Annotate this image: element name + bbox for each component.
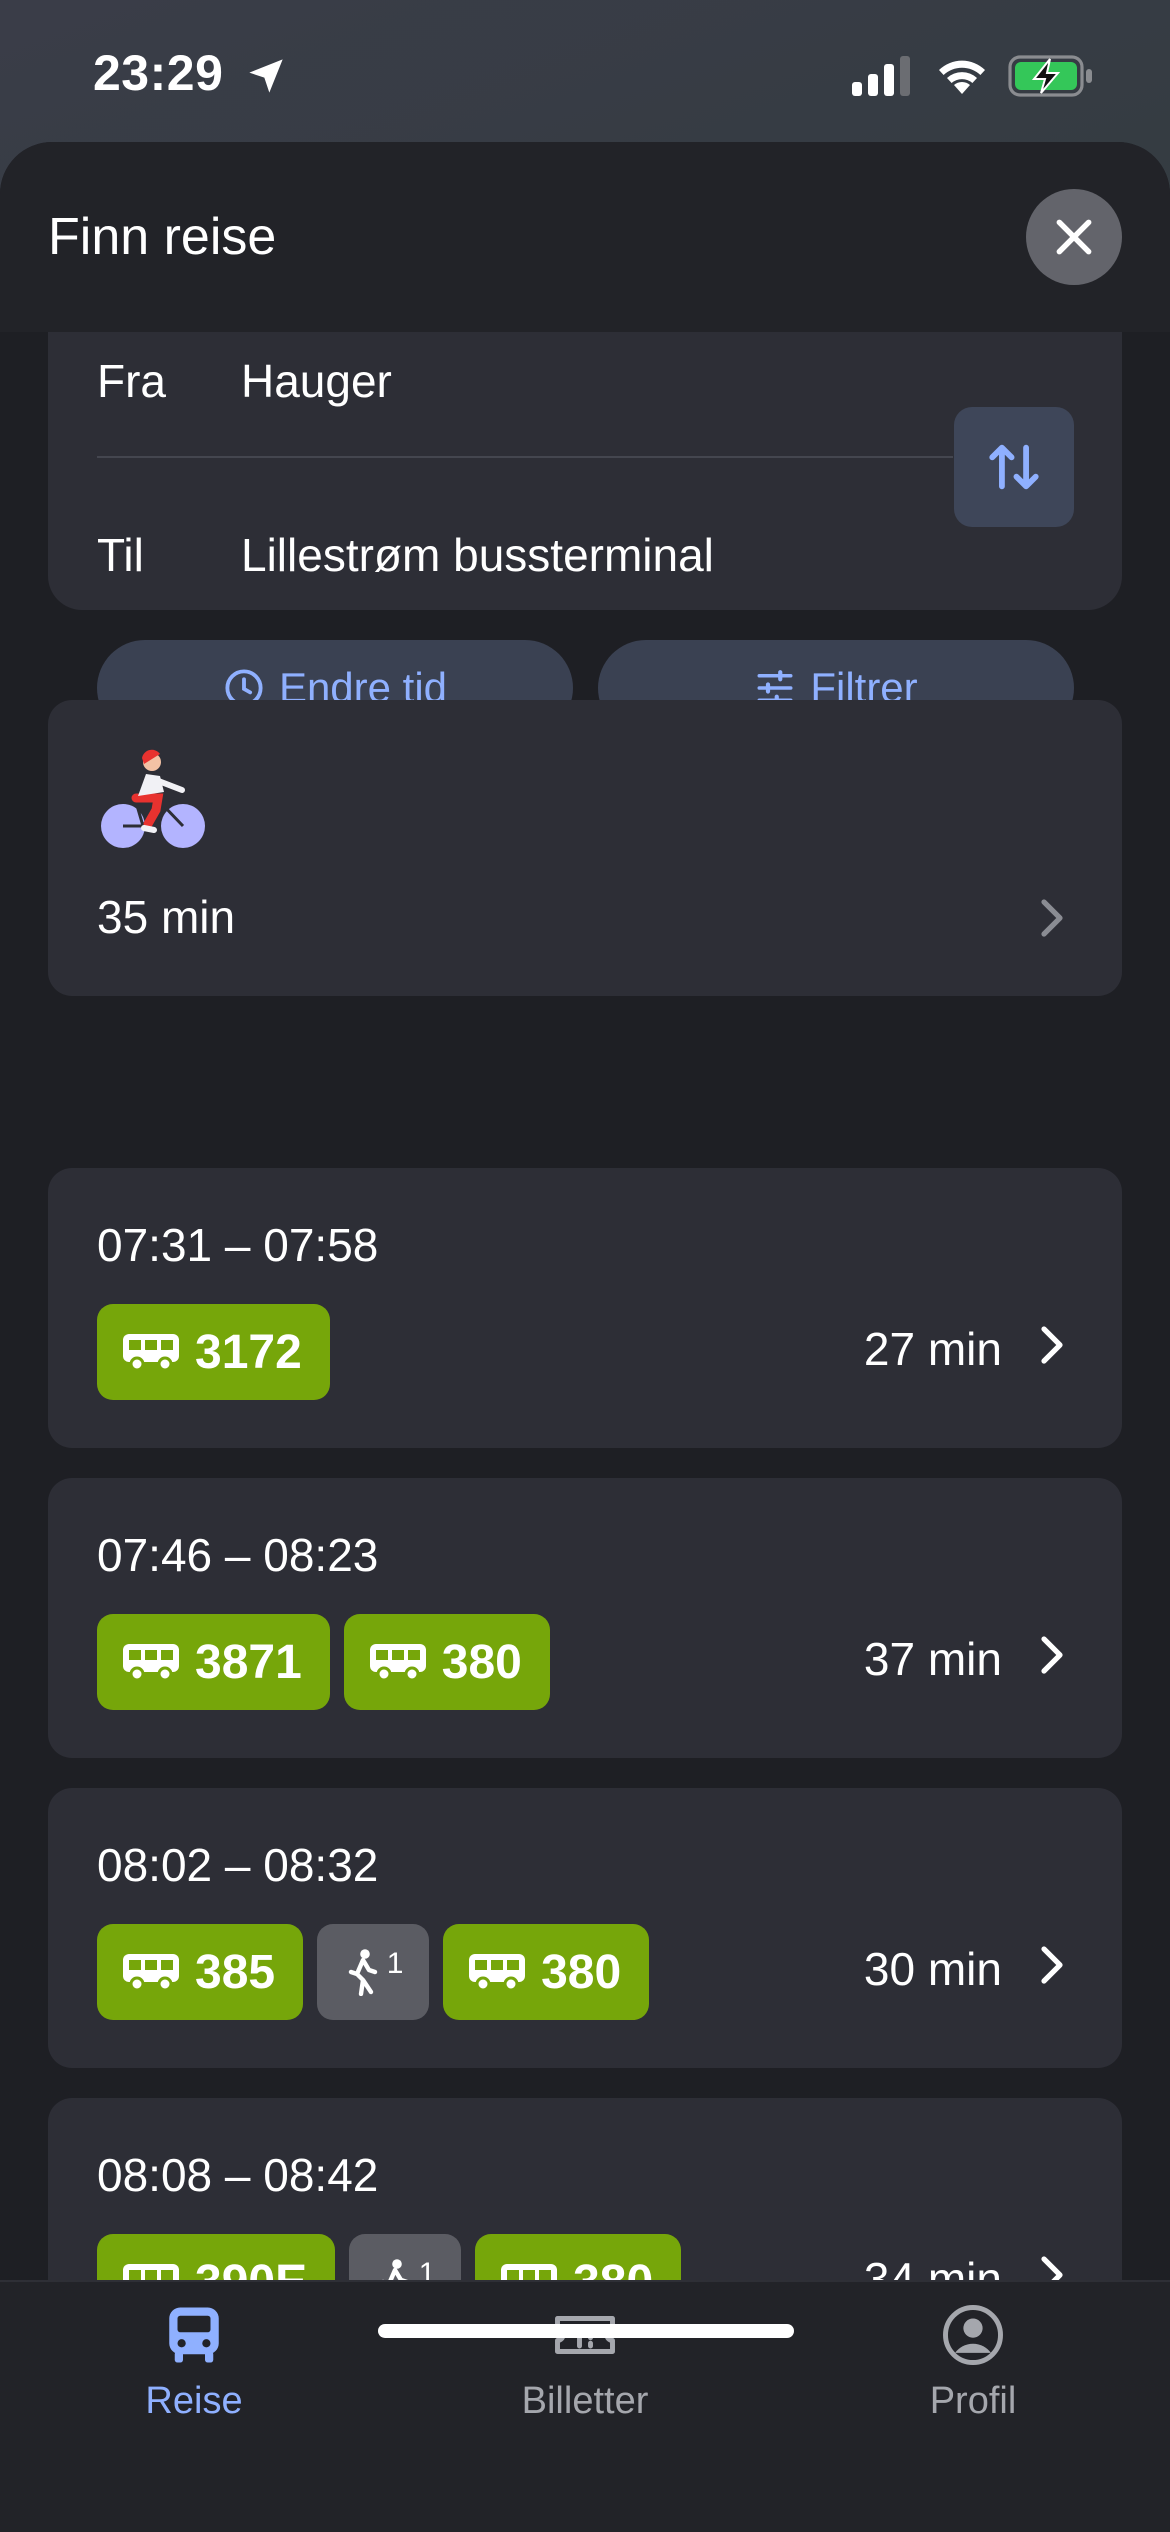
tab-bar: Reise Billetter Profil xyxy=(0,2280,1170,2532)
cyclist-illustration-icon xyxy=(101,749,205,848)
cellular-signal-icon xyxy=(852,56,910,96)
bus-line-badge: 3172 xyxy=(97,1304,330,1400)
trip-legs: 385 1 380 xyxy=(97,1924,650,2020)
trip-times: 07:46 – 08:23 xyxy=(97,1529,379,1581)
chevron-right-icon xyxy=(1041,899,1063,937)
profile-icon xyxy=(943,2305,1003,2365)
tab-reise[interactable]: Reise xyxy=(64,2302,324,2423)
swap-locations-button[interactable] xyxy=(954,407,1074,527)
tab-label: Profil xyxy=(929,2380,1017,2422)
tab-label: Reise xyxy=(145,2380,243,2422)
location-arrow-icon xyxy=(249,59,283,93)
trip-search-sheet: Finn reise Fra Hauger Til Lillestrøm bus… xyxy=(0,142,1170,2532)
trip-times: 07:31 – 07:58 xyxy=(97,1219,379,1271)
chevron-right-icon xyxy=(1041,1946,1063,1984)
from-field[interactable]: Hauger xyxy=(241,354,392,408)
trip-times: 08:08 – 08:42 xyxy=(97,2149,379,2201)
trip-legs: 3172 xyxy=(97,1304,330,1400)
trip-option-card[interactable]: 07:46 – 08:23 3871 380 37 min xyxy=(48,1478,1122,1758)
bus-line-number: 3871 xyxy=(195,1635,302,1689)
search-form: Fra Hauger Til Lillestrøm bussterminal E… xyxy=(48,332,1122,736)
battery-charging-icon xyxy=(1008,55,1092,97)
field-divider xyxy=(97,456,953,458)
trip-option-card[interactable]: 07:31 – 07:58 3172 27 min xyxy=(48,1168,1122,1448)
wifi-icon xyxy=(939,60,985,94)
chevron-right-icon xyxy=(1041,1326,1063,1364)
close-icon xyxy=(1056,219,1092,255)
tab-billetter[interactable]: Billetter xyxy=(455,2302,715,2423)
trip-duration: 30 min xyxy=(863,1943,1002,1995)
page-title: Finn reise xyxy=(48,208,277,266)
bike-option-card[interactable]: 35 min xyxy=(48,700,1122,996)
bike-duration: 35 min xyxy=(97,891,236,943)
walk-leg-badge: 1 xyxy=(317,1924,430,2020)
trip-option-card[interactable]: 08:02 – 08:32 385 1 380 30 min xyxy=(48,1788,1122,2068)
bus-line-number: 385 xyxy=(195,1945,276,1999)
status-bar: 23:29 xyxy=(0,0,1170,150)
sheet-header: Finn reise xyxy=(0,142,1170,332)
trip-duration: 37 min xyxy=(863,1633,1002,1685)
trip-legs: 3871 380 xyxy=(97,1614,550,1710)
status-time: 23:29 xyxy=(93,45,224,101)
bus-line-number: 380 xyxy=(541,1945,622,1999)
bus-icon xyxy=(123,1334,179,1372)
swap-arrows-icon xyxy=(989,444,1039,490)
bus-icon xyxy=(169,2307,219,2363)
tab-label: Billetter xyxy=(521,2380,649,2422)
trip-duration: 27 min xyxy=(863,1323,1002,1375)
bus-line-badge: 385 xyxy=(97,1924,304,2020)
bus-line-badge: 380 xyxy=(343,1614,550,1710)
tab-profil[interactable]: Profil xyxy=(843,2302,1103,2423)
bus-line-badge: 380 xyxy=(443,1924,650,2020)
bus-icon xyxy=(369,1644,426,1682)
bus-icon xyxy=(123,1644,179,1682)
bus-line-number: 380 xyxy=(441,1635,522,1689)
from-label: Fra xyxy=(97,355,166,407)
trip-times: 08:02 – 08:32 xyxy=(97,1839,379,1891)
close-button[interactable] xyxy=(1026,189,1122,285)
bus-line-number: 3172 xyxy=(195,1325,302,1379)
to-label: Til xyxy=(97,529,144,581)
chevron-right-icon xyxy=(1041,1636,1063,1674)
walk-count: 1 xyxy=(386,1947,404,1980)
walking-person-icon xyxy=(348,1949,377,1996)
bus-icon xyxy=(469,1954,526,1992)
bus-line-badge: 3871 xyxy=(97,1614,330,1710)
bus-icon xyxy=(123,1954,179,1992)
to-field[interactable]: Lillestrøm bussterminal xyxy=(241,528,714,582)
home-indicator xyxy=(378,2324,794,2338)
